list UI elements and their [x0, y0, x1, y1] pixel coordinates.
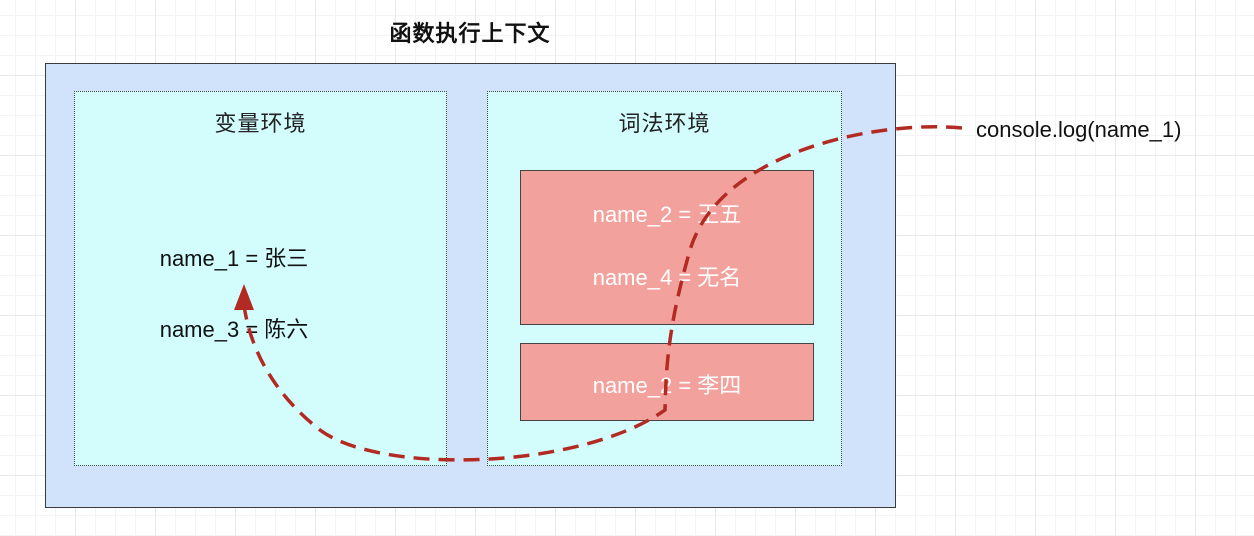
- diagram-title: 函数执行上下文: [389, 21, 551, 46]
- inner-block-entry-name-2: name_2 = 王五: [592, 202, 742, 227]
- variable-environment-box: [74, 91, 447, 466]
- variable-environment-title: 变量环境: [214, 111, 307, 136]
- console-log-call: console.log(name_1): [976, 117, 1182, 142]
- lexical-environment-title: 词法环境: [618, 111, 711, 136]
- variable-entry-name-1: name_1 = 张三: [159, 246, 309, 271]
- variable-entry-name-3: name_3 = 陈六: [159, 317, 309, 342]
- outer-block-entry-name-2: name_2 = 李四: [592, 373, 742, 398]
- inner-block-scope: [520, 170, 814, 325]
- inner-block-entry-name-4: name_4 = 无名: [592, 265, 742, 290]
